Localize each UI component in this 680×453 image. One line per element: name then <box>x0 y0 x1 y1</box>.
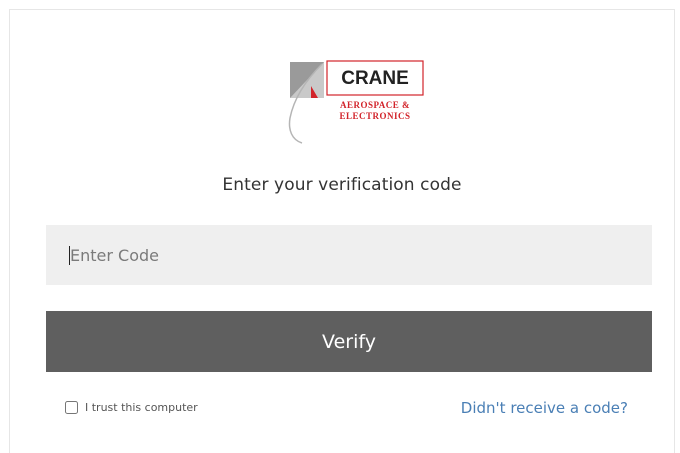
trust-computer-label: I trust this computer <box>85 401 198 414</box>
resend-code-link[interactable]: Didn't receive a code? <box>461 399 628 417</box>
text-cursor <box>69 246 70 265</box>
logo-brand: CRANE <box>341 68 409 89</box>
crane-logo: CRANE AEROSPACE & ELECTRONICS <box>278 58 438 153</box>
trust-computer-checkbox[interactable] <box>65 401 78 414</box>
verify-button[interactable]: Verify <box>46 311 652 372</box>
page-title: Enter your verification code <box>222 175 462 195</box>
verification-code-input[interactable] <box>46 225 652 285</box>
logo-line1: AEROSPACE & <box>340 100 410 110</box>
trust-computer-option[interactable]: I trust this computer <box>65 401 198 414</box>
logo-line2: ELECTRONICS <box>339 111 410 121</box>
verification-card: CRANE AEROSPACE & ELECTRONICS Enter your… <box>9 9 675 453</box>
